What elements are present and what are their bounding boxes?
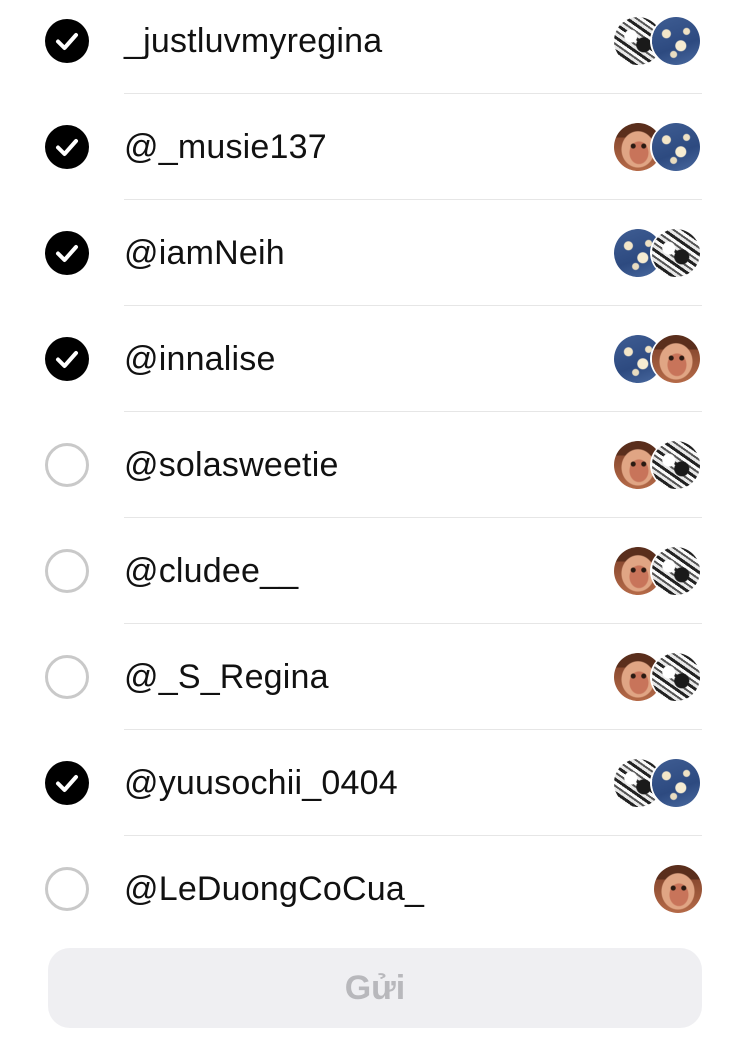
avatar-group [614, 123, 702, 171]
recipient-row[interactable]: @LeDuongCoCua_ [0, 836, 750, 942]
avatar [652, 229, 700, 277]
recipient-row[interactable]: @_musie137 [0, 94, 750, 200]
avatar-group [614, 229, 702, 277]
recipient-username: @cludee__ [124, 552, 299, 590]
avatar-group [614, 653, 702, 701]
send-button[interactable]: Gửi [48, 948, 702, 1028]
avatar [652, 759, 700, 807]
avatar [652, 17, 700, 65]
recipient-username: @_S_Regina [124, 658, 329, 696]
recipient-username: @innalise [124, 340, 276, 378]
avatar-group [614, 547, 702, 595]
avatar-group [614, 17, 702, 65]
avatar [652, 335, 700, 383]
recipient-row[interactable]: @cludee__ [0, 518, 750, 624]
avatar [652, 547, 700, 595]
avatar [654, 865, 702, 913]
unchecked-checkbox-icon[interactable] [45, 655, 89, 699]
recipient-username: @_musie137 [124, 128, 327, 166]
recipient-row[interactable]: @innalise [0, 306, 750, 412]
recipient-row[interactable]: @_S_Regina [0, 624, 750, 730]
unchecked-checkbox-icon[interactable] [45, 549, 89, 593]
recipient-username: @solasweetie [124, 446, 339, 484]
recipient-username: @yuusochii_0404 [124, 764, 398, 802]
checked-checkbox-icon[interactable] [45, 231, 89, 275]
unchecked-checkbox-icon[interactable] [45, 443, 89, 487]
avatar [652, 441, 700, 489]
checked-checkbox-icon[interactable] [45, 125, 89, 169]
recipient-row[interactable]: @solasweetie [0, 412, 750, 518]
avatar-group [614, 335, 702, 383]
recipient-row[interactable]: _justluvmyregina [0, 0, 750, 94]
unchecked-checkbox-icon[interactable] [45, 867, 89, 911]
avatar-group [614, 759, 702, 807]
recipient-username: @iamNeih [124, 234, 285, 272]
avatar [652, 653, 700, 701]
avatar-group [614, 865, 702, 913]
avatar [652, 123, 700, 171]
recipient-username: _justluvmyregina [124, 22, 383, 60]
recipient-row[interactable]: @iamNeih [0, 200, 750, 306]
checked-checkbox-icon[interactable] [45, 19, 89, 63]
recipient-list: _justluvmyregina @_musie137 @iamNeih @innal… [0, 0, 750, 942]
avatar-group [614, 441, 702, 489]
recipient-row[interactable]: @yuusochii_0404 [0, 730, 750, 836]
checked-checkbox-icon[interactable] [45, 761, 89, 805]
recipient-username: @LeDuongCoCua_ [124, 870, 425, 908]
checked-checkbox-icon[interactable] [45, 337, 89, 381]
